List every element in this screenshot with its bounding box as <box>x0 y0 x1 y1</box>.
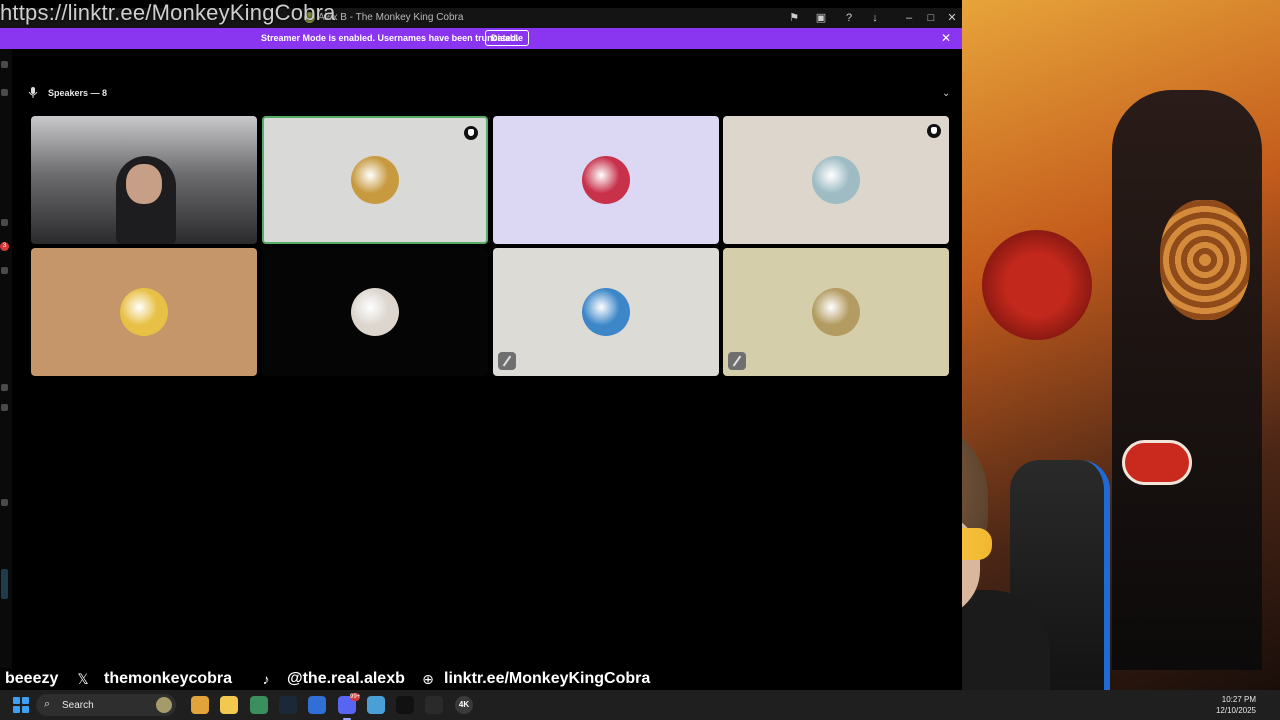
maximize-icon[interactable]: □ <box>923 10 939 26</box>
system-clock[interactable]: 10:27 PM 12/10/2025 <box>1202 694 1256 716</box>
speaker-avatar <box>351 156 399 204</box>
streamdeck-app-icon[interactable] <box>396 696 414 714</box>
minimize-icon[interactable]: – <box>901 10 917 26</box>
add-friend-icon[interactable] <box>1 61 8 68</box>
close-icon[interactable]: ✕ <box>944 10 960 26</box>
speakers-count-label: Speakers — 8 <box>48 88 108 98</box>
network-app-icon[interactable] <box>308 696 326 714</box>
taskbar-search[interactable]: ⌕ <box>36 694 176 716</box>
user-panel[interactable] <box>1 569 8 599</box>
video-feed-face <box>126 164 162 204</box>
windows-start-icon[interactable] <box>13 697 29 713</box>
speaker-avatar <box>582 156 630 204</box>
social-handle: linktr.ee/MonkeyKingCobra <box>444 670 651 687</box>
discord-window: Alex B - The Monkey King Cobra ⚑ ▣ ? ↓ –… <box>0 8 962 690</box>
muted-mic-icon[interactable] <box>1 384 8 391</box>
streamer-mode-banner: Streamer Mode is enabled. Usernames have… <box>0 28 962 49</box>
social-handle: @the.real.alexb <box>287 670 405 687</box>
speaker-tile[interactable] <box>262 248 488 376</box>
server-rail: 3 <box>0 49 12 689</box>
speaker-avatar <box>812 156 860 204</box>
download-icon[interactable]: ↓ <box>867 10 883 26</box>
add-server-icon[interactable] <box>1 499 8 506</box>
search-highlight-icon <box>156 697 172 713</box>
speaker-avatar <box>812 288 860 336</box>
clock-time: 10:27 PM <box>1221 695 1256 704</box>
clock-date: 12/10/2025 <box>1215 706 1256 715</box>
speaker-tile[interactable] <box>262 116 488 244</box>
social-handles-bar: beeezy 𝕏 themonkeycobra ♪ @the.real.alex… <box>0 668 680 690</box>
speaker-tile[interactable] <box>723 116 949 244</box>
notification-badge: 99+ <box>350 693 361 701</box>
search-input[interactable] <box>62 698 152 712</box>
x-logo-icon: 𝕏 <box>77 671 89 687</box>
banner-message: Streamer Mode is enabled. Usernames have… <box>261 33 519 43</box>
art-red-cloud <box>1122 440 1192 485</box>
discord-app-icon[interactable]: 99+ <box>338 693 360 720</box>
art-red-hair <box>982 230 1092 340</box>
notification-badge: 3 <box>0 242 9 251</box>
art-mask <box>1160 200 1250 320</box>
speaker-avatar <box>120 288 168 336</box>
banner-close-icon[interactable]: ✕ <box>941 31 951 45</box>
obs-app-icon[interactable] <box>425 696 443 714</box>
search-icon: ⌕ <box>44 698 51 710</box>
4k-app-icon[interactable]: 4K <box>455 696 473 714</box>
add-icon[interactable] <box>1 219 8 226</box>
speaker-tile[interactable] <box>493 116 719 244</box>
tiktok-icon: ♪ <box>262 671 270 687</box>
steam-app-icon[interactable] <box>279 696 297 714</box>
social-handle: beeezy <box>5 670 59 687</box>
chevron-down-icon[interactable]: ⌄ <box>942 88 950 99</box>
speaker-tile[interactable] <box>31 248 257 376</box>
notepad-app-icon[interactable] <box>367 696 385 714</box>
speaker-avatar <box>351 288 399 336</box>
microphone-icon <box>28 87 38 98</box>
android-app-icon[interactable] <box>250 696 268 714</box>
screen: Alex B - The Monkey King Cobra ⚑ ▣ ? ↓ –… <box>0 0 1280 720</box>
close-rail-icon[interactable] <box>1 89 8 96</box>
disable-button[interactable]: Disable <box>485 30 530 46</box>
art-cloak <box>1112 90 1262 670</box>
moderator-shield-icon <box>464 126 478 140</box>
moderator-shield-icon <box>927 124 941 138</box>
social-handle: themonkeycobra <box>104 670 233 687</box>
overlay-link-text: https://linktr.ee/MonkeyKingCobra <box>0 0 336 25</box>
window-title: Alex B - The Monkey King Cobra <box>318 12 464 23</box>
deafen-icon[interactable] <box>1 404 8 411</box>
file-explorer-app-icon[interactable] <box>220 696 238 714</box>
muted-mic-icon <box>728 352 746 370</box>
help-icon[interactable]: ? <box>841 10 857 26</box>
screen-share-icon[interactable]: ▣ <box>813 10 829 26</box>
video-icon[interactable] <box>1 267 8 274</box>
flag-icon[interactable]: ⚑ <box>786 10 802 26</box>
speaker-tile[interactable] <box>493 248 719 376</box>
speaker-tile[interactable] <box>723 248 949 376</box>
taskbar: ⌕ 99+ 4K 10:27 PM 12/10/2025 <box>0 690 1280 720</box>
speaker-avatar <box>582 288 630 336</box>
chrome-app-icon[interactable] <box>191 696 209 714</box>
muted-mic-icon <box>498 352 516 370</box>
globe-icon: ⊕ <box>422 671 434 687</box>
speaker-tile-video[interactable] <box>31 116 257 244</box>
